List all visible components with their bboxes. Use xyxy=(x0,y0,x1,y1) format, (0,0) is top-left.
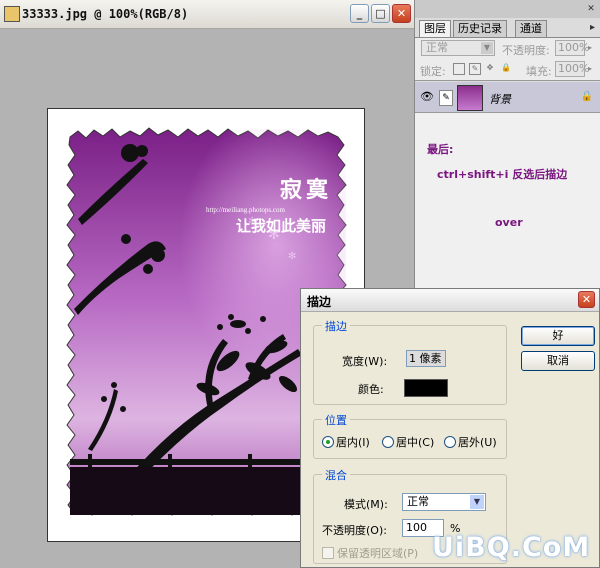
fill-arrow-icon[interactable]: ▸ xyxy=(588,64,592,73)
layer-thumbnail xyxy=(457,85,483,111)
note-line-1: 最后: xyxy=(427,143,454,156)
radio-outside-label: 居外(U) xyxy=(458,436,497,449)
radio-center-label: 居中(C) xyxy=(396,436,435,449)
layer-name[interactable]: 背景 xyxy=(489,91,511,107)
eye-icon[interactable]: 👁 xyxy=(419,90,435,104)
note-line-2: ctrl+shift+i 反选后描边 xyxy=(437,168,568,181)
opacity-arrow-icon[interactable]: ▸ xyxy=(588,43,592,52)
width-label: 宽度(W): xyxy=(342,355,388,368)
radio-dot-icon xyxy=(444,436,456,448)
width-field[interactable]: 1 像素 xyxy=(406,350,446,367)
radio-center[interactable]: 居中(C) xyxy=(382,434,434,450)
photo-text-url: http://meiliang.photops.com xyxy=(206,206,285,214)
dialog-titlebar[interactable]: 描边 ✕ xyxy=(301,289,599,312)
document-title: 33333.jpg @ 100%(RGB/8) xyxy=(22,7,189,21)
lock-all-icon[interactable]: 🔒 xyxy=(501,63,511,73)
note-line-3: over xyxy=(495,216,523,229)
stroke-dialog: 描边 ✕ 描边 宽度(W): 1 像素 颜色: 位置 居内(I) 居中(C) 居… xyxy=(300,288,600,568)
chevron-down-icon: ▼ xyxy=(481,42,493,54)
preserve-transparency-checkbox[interactable]: 保留透明区域(P) xyxy=(322,545,418,561)
fill-label: 填充: xyxy=(526,65,552,78)
ok-button[interactable]: 好 xyxy=(521,326,595,346)
blend-row: 正常 ▼ 不透明度: 100% ▸ xyxy=(415,37,600,59)
checkbox-icon xyxy=(322,547,334,559)
lock-label: 锁定: xyxy=(420,65,446,78)
radio-dot-icon xyxy=(382,436,394,448)
position-group: 位置 居内(I) 居中(C) 居外(U) xyxy=(313,412,507,459)
photo-text-main-2: 让我如此美丽 xyxy=(236,217,326,235)
preserve-transparency-label: 保留透明区域(P) xyxy=(337,547,419,560)
blend-mode-value: 正常 xyxy=(426,41,448,54)
radio-dot-icon xyxy=(322,436,334,448)
position-group-title: 位置 xyxy=(322,412,350,428)
radio-inside-label: 居内(I) xyxy=(336,436,370,449)
chevron-down-icon: ▼ xyxy=(470,495,484,509)
mode-select[interactable]: 正常 ▼ xyxy=(402,493,486,511)
svg-text:✻: ✻ xyxy=(288,251,296,262)
minimize-button[interactable]: _ xyxy=(350,4,369,23)
layer-lock-icon: 🔒 xyxy=(580,91,593,102)
document-file-icon xyxy=(4,6,20,22)
fill-field[interactable]: 100% xyxy=(555,61,589,77)
restore-button[interactable]: □ xyxy=(371,4,390,23)
document-titlebar[interactable]: 33333.jpg @ 100%(RGB/8) _ □ ✕ xyxy=(0,0,414,29)
tab-channels[interactable]: 通道 xyxy=(515,20,547,37)
lock-position-icon[interactable]: ✥ xyxy=(485,63,495,73)
lock-row: 锁定: ✎ ✥ 🔒 填充: 100% ▸ xyxy=(415,58,600,81)
color-label: 颜色: xyxy=(358,383,384,396)
mode-value: 正常 xyxy=(407,495,429,508)
opacity-label: 不透明度: xyxy=(502,44,550,57)
opacity-field[interactable]: 100% xyxy=(555,40,589,56)
lock-image-icon[interactable]: ✎ xyxy=(469,63,481,75)
panel-titlebar[interactable]: ✕ xyxy=(415,0,600,18)
opacity-dialog-label: 不透明度(O): xyxy=(322,524,387,537)
panel-menu-icon[interactable]: ▸ xyxy=(590,22,595,33)
cancel-button[interactable]: 取消 xyxy=(521,351,595,371)
photo-text-main-1: 寂寞 xyxy=(280,177,332,203)
layer-row-background[interactable]: 👁 ✎ 背景 🔒 xyxy=(415,82,600,113)
blend-group-title: 混合 xyxy=(322,467,350,483)
stroke-group: 描边 宽度(W): 1 像素 颜色: xyxy=(313,318,507,405)
brush-icon[interactable]: ✎ xyxy=(439,90,453,106)
stroke-group-title: 描边 xyxy=(322,318,350,334)
tab-layers[interactable]: 图层 xyxy=(419,20,451,37)
lock-transparency-icon[interactable] xyxy=(453,63,465,75)
dialog-close-button[interactable]: ✕ xyxy=(578,291,595,308)
panel-close-icon[interactable]: ✕ xyxy=(584,3,598,15)
dialog-title: 描边 xyxy=(307,295,332,309)
mode-label: 模式(M): xyxy=(344,498,388,511)
tab-history[interactable]: 历史记录 xyxy=(453,20,507,37)
radio-inside[interactable]: 居内(I) xyxy=(322,434,370,450)
blend-mode-select[interactable]: 正常 ▼ xyxy=(421,40,495,56)
close-button[interactable]: ✕ xyxy=(392,4,411,23)
color-swatch[interactable] xyxy=(404,379,448,397)
radio-outside[interactable]: 居外(U) xyxy=(444,434,497,450)
site-watermark: UiBQ.CoM xyxy=(432,532,591,563)
